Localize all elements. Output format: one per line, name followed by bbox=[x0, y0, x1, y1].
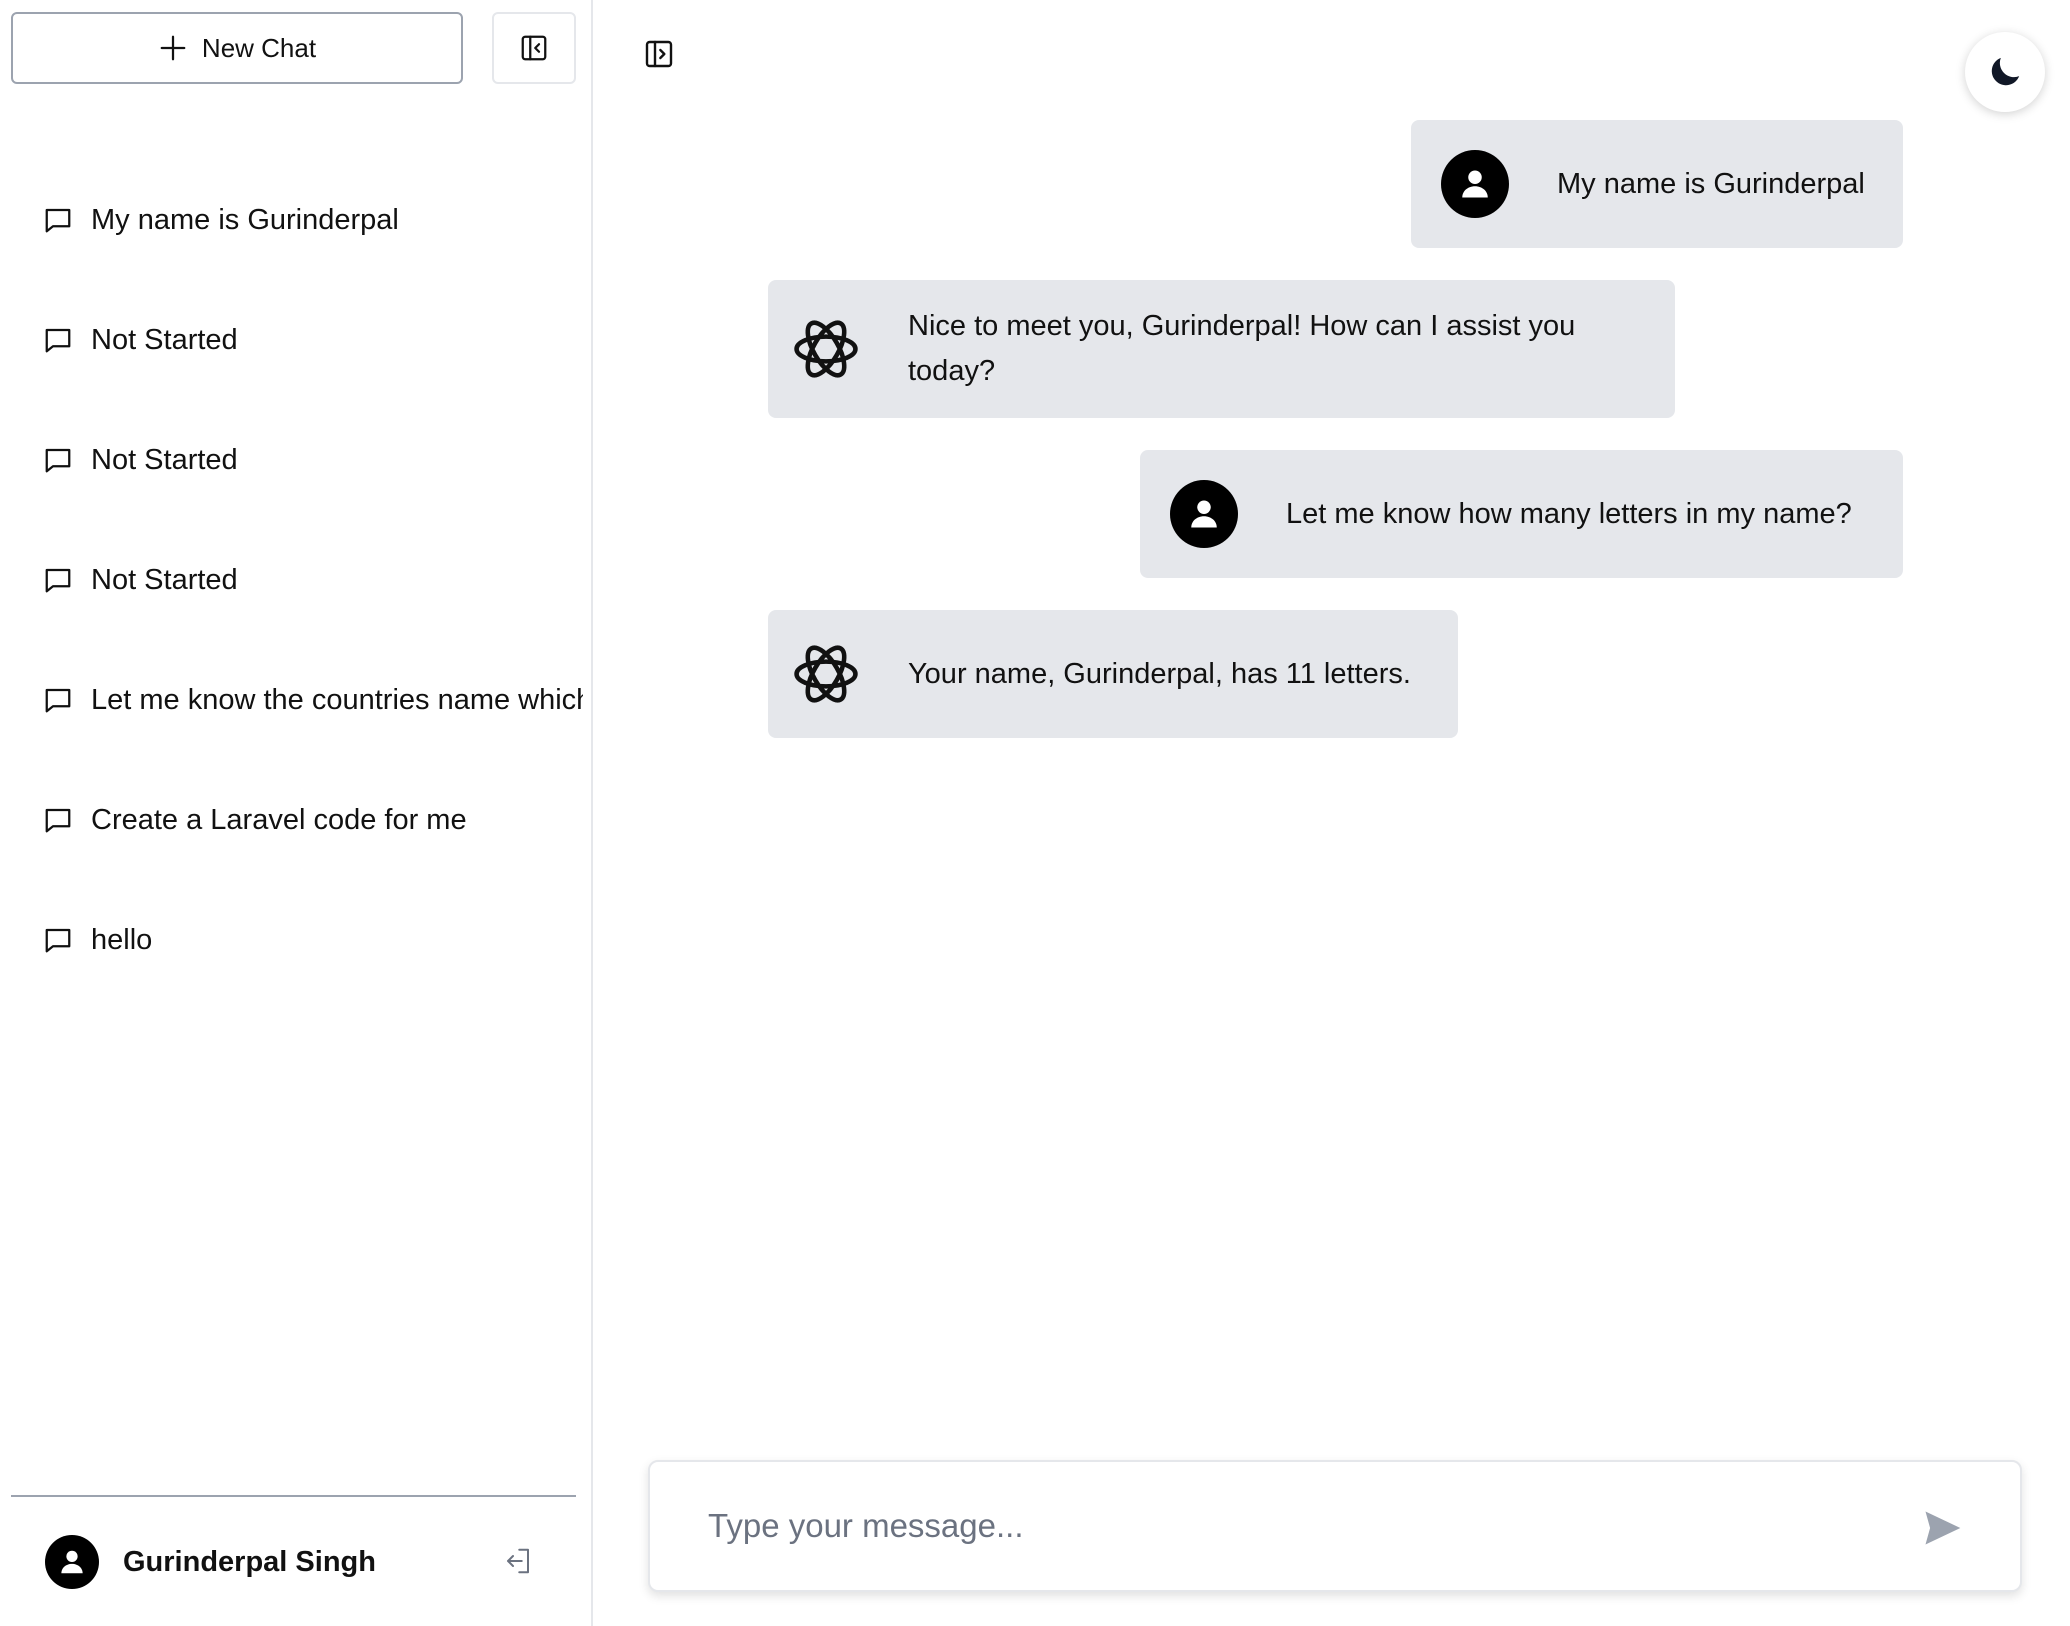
message-text: My name is Gurinderpal bbox=[1557, 167, 1865, 200]
history-item[interactable]: Not Started bbox=[0, 280, 593, 400]
history-item[interactable]: Not Started bbox=[0, 520, 593, 640]
assistant-message: Your name, Gurinderpal, has 11 letters. bbox=[768, 610, 1458, 738]
history-item[interactable]: Create a Laravel code for me bbox=[0, 760, 593, 880]
sidebar-divider bbox=[11, 1495, 576, 1497]
chat-bubble-icon bbox=[45, 328, 71, 353]
chat-bubble-icon bbox=[45, 808, 71, 833]
message-text: Nice to meet you, Gurinderpal! How can I… bbox=[908, 310, 1576, 387]
chat-bubble-icon bbox=[45, 208, 71, 233]
send-icon[interactable] bbox=[1920, 1506, 1964, 1550]
chat-bubble-icon bbox=[45, 928, 71, 953]
user-message: Let me know how many letters in my name? bbox=[1140, 450, 1903, 578]
avatar bbox=[1441, 150, 1509, 218]
user-name: Gurinderpal Singh bbox=[123, 1545, 376, 1578]
history-item[interactable]: Not Started bbox=[0, 400, 593, 520]
history-item-label: Let me know the countries name which bbox=[91, 683, 583, 716]
message-input[interactable] bbox=[652, 1464, 1882, 1588]
chat-bubble-icon bbox=[45, 448, 71, 473]
plus-icon bbox=[160, 35, 186, 61]
chat-app: New Chat My name is Gurinderpal Not Star… bbox=[0, 0, 2070, 1626]
collapse-sidebar-button[interactable] bbox=[492, 12, 576, 84]
sidebar: New Chat My name is Gurinderpal Not Star… bbox=[0, 0, 593, 1626]
message-composer bbox=[648, 1460, 2022, 1592]
chat-bubble-icon bbox=[45, 568, 71, 593]
message-text: Your name, Gurinderpal, has 11 letters. bbox=[908, 657, 1411, 690]
history-item-label: Create a Laravel code for me bbox=[91, 803, 467, 836]
chat-history-list: My name is Gurinderpal Not Started Not S… bbox=[0, 160, 593, 1000]
sidebar-expand-icon[interactable] bbox=[643, 38, 675, 70]
user-avatar-icon bbox=[61, 1550, 83, 1574]
new-chat-label: New Chat bbox=[201, 32, 317, 63]
chat-bubble-icon bbox=[45, 688, 71, 713]
avatar bbox=[45, 1535, 99, 1589]
openai-logo-icon bbox=[794, 320, 858, 378]
user-avatar-icon bbox=[1462, 170, 1488, 198]
assistant-message: Nice to meet you, Gurinderpal! How can I… bbox=[768, 280, 1675, 418]
user-profile: Gurinderpal Singh bbox=[45, 1534, 575, 1590]
theme-toggle-button[interactable] bbox=[1965, 32, 2045, 112]
new-chat-button[interactable]: New Chat bbox=[11, 12, 463, 84]
sidebar-collapse-icon bbox=[521, 35, 547, 61]
history-item[interactable]: hello bbox=[0, 880, 593, 1000]
user-avatar-icon bbox=[1191, 500, 1217, 528]
avatar bbox=[1170, 480, 1238, 548]
history-item[interactable]: My name is Gurinderpal bbox=[0, 160, 593, 280]
user-message: My name is Gurinderpal bbox=[1411, 120, 1903, 248]
chat-main: My name is Gurinderpal Nice to meet you,… bbox=[595, 0, 2070, 1626]
history-item-label: hello bbox=[91, 923, 153, 956]
history-item-label: Not Started bbox=[91, 443, 238, 476]
history-item-label: Not Started bbox=[91, 563, 238, 596]
openai-logo-icon bbox=[794, 645, 858, 703]
history-item[interactable]: Let me know the countries name which bbox=[0, 640, 593, 760]
logout-icon[interactable] bbox=[503, 1546, 533, 1576]
moon-icon bbox=[1991, 57, 2020, 86]
history-item-label: Not Started bbox=[91, 323, 238, 356]
history-item-label: My name is Gurinderpal bbox=[91, 203, 399, 236]
message-text: Let me know how many letters in my name? bbox=[1286, 497, 1852, 530]
